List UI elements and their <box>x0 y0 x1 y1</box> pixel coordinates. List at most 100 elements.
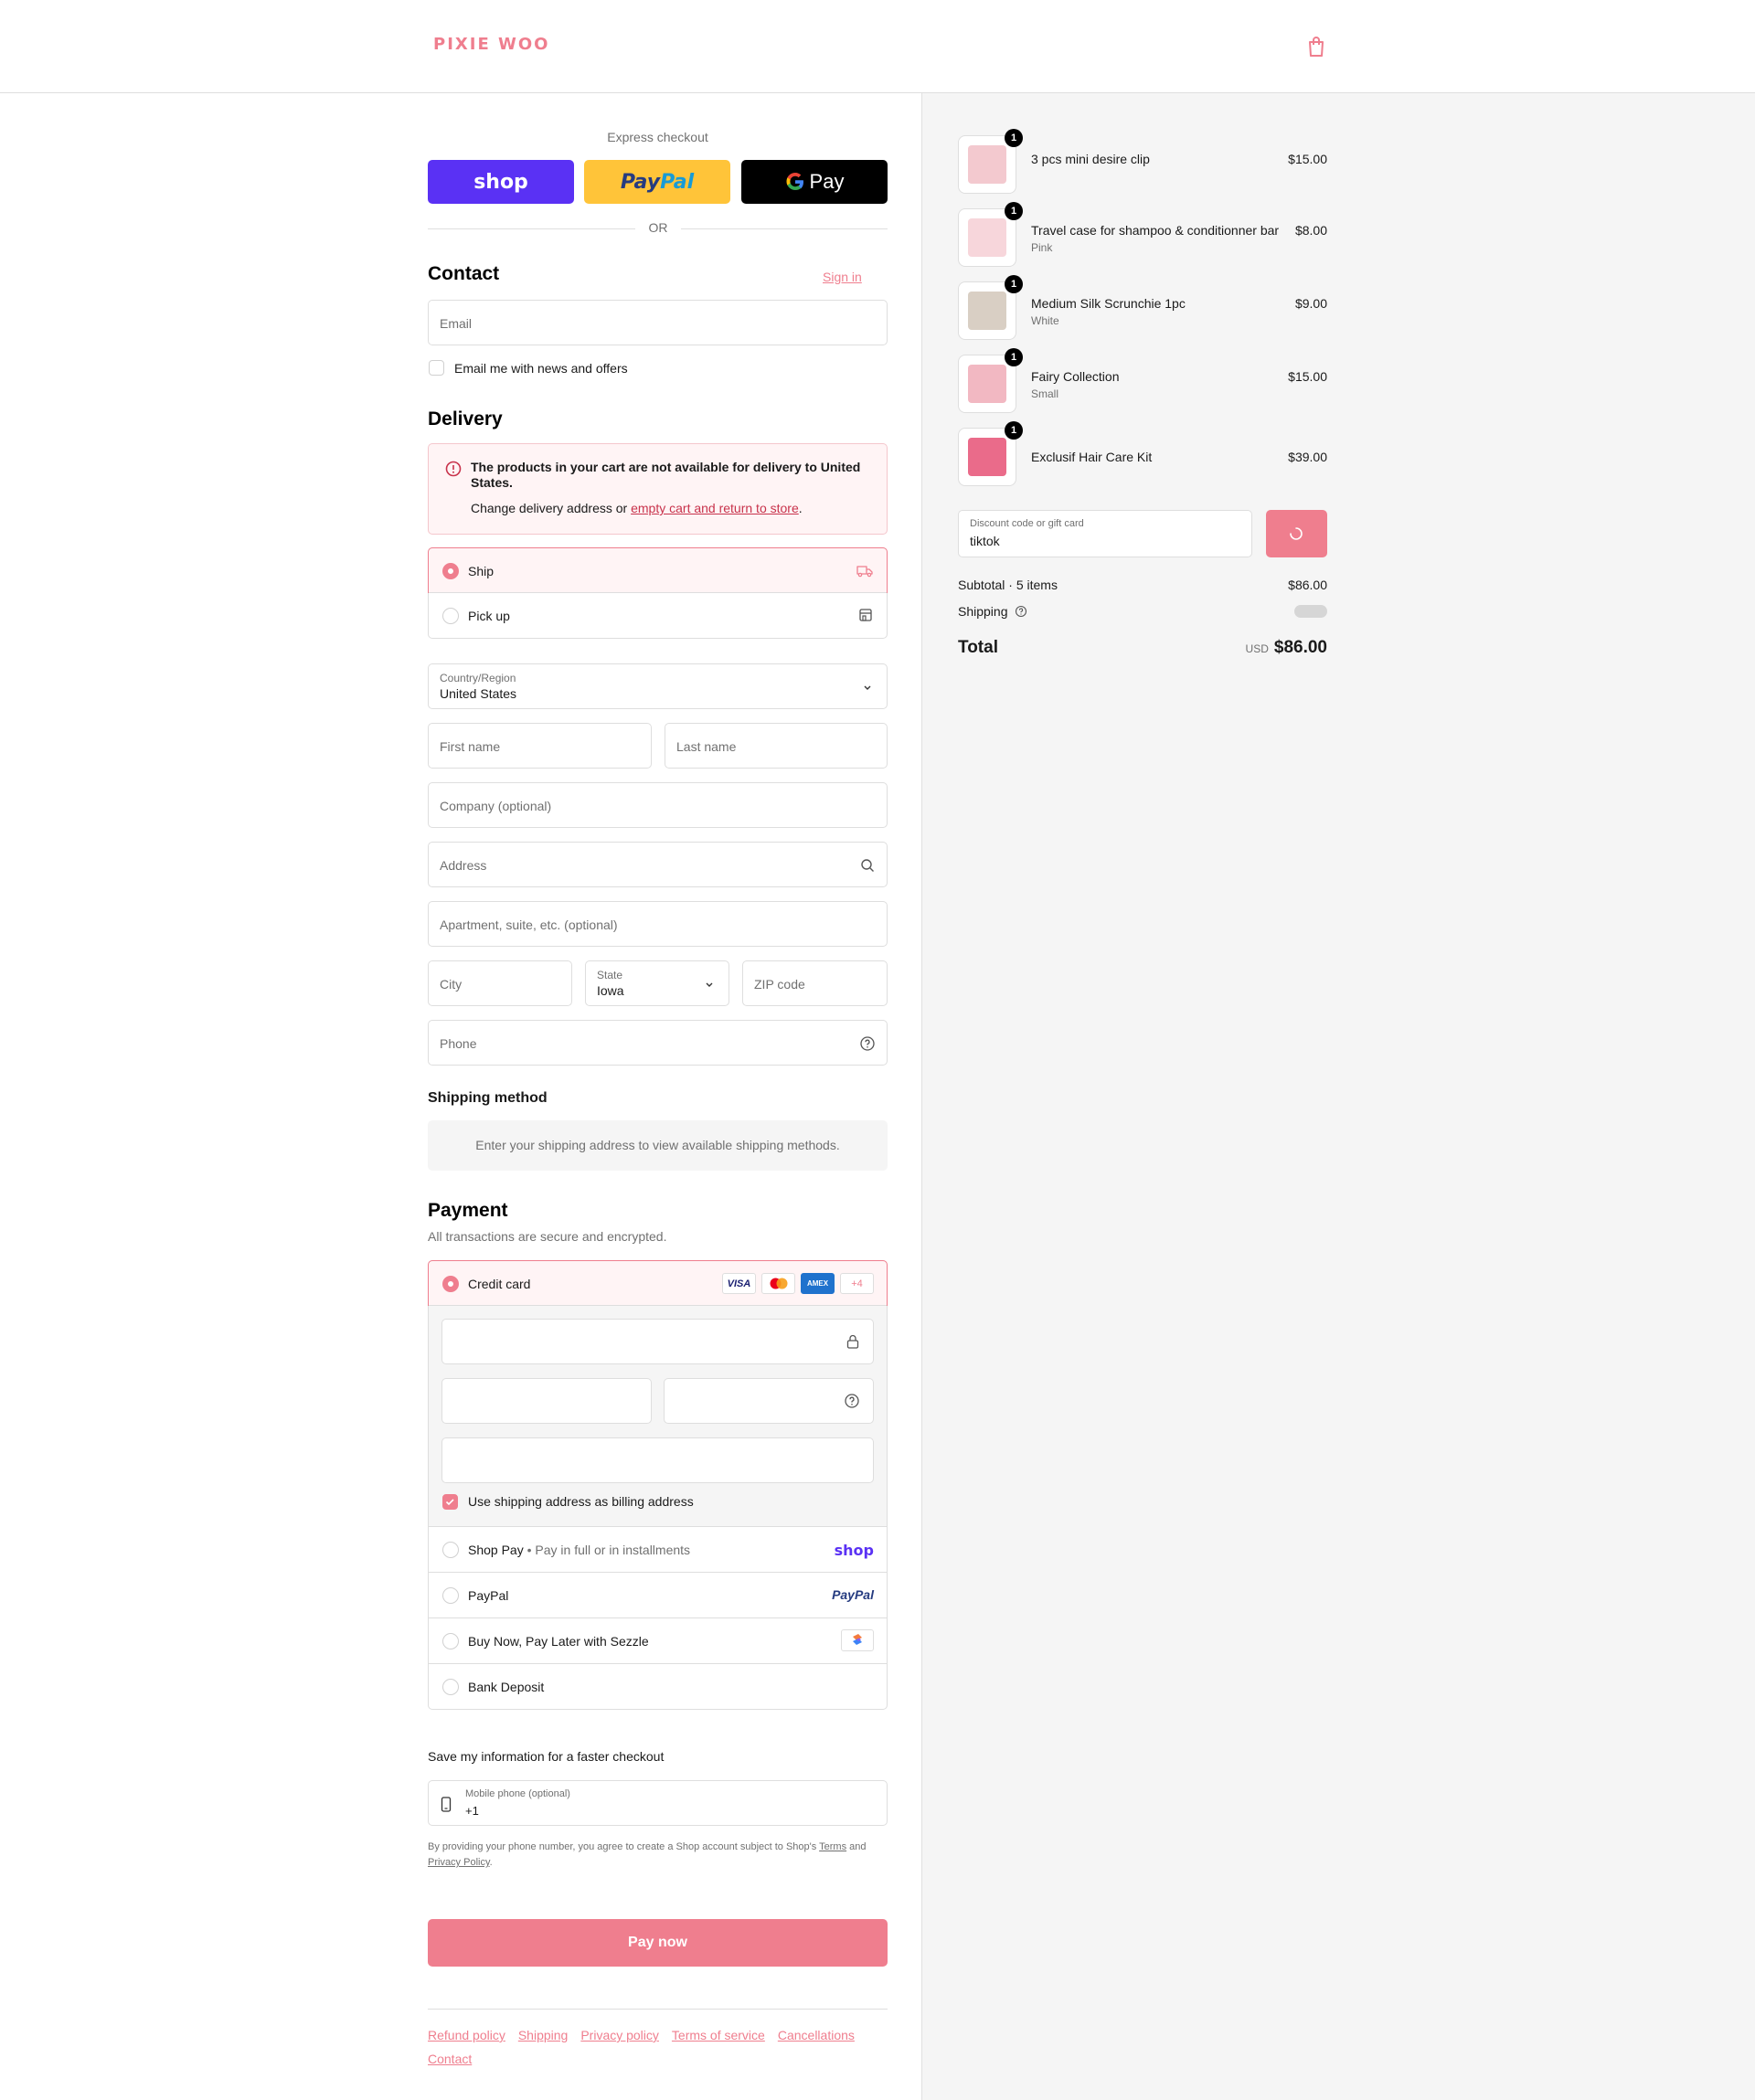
cart-item: 1 3 pcs mini desire clip $15.00 <box>958 129 1327 194</box>
sign-in-link[interactable]: Sign in <box>823 270 862 284</box>
name-on-card-field[interactable] <box>441 1437 874 1483</box>
card-logos: VISA AMEX +4 <box>722 1273 874 1294</box>
product-variant: Pink <box>1031 241 1053 254</box>
news-checkbox[interactable] <box>429 360 444 376</box>
zip-placeholder: ZIP code <box>754 977 805 992</box>
last-name-field[interactable]: Last name <box>665 723 888 769</box>
apply-discount-button[interactable] <box>1266 510 1327 557</box>
sezzle-option-label: Buy Now, Pay Later with Sezzle <box>468 1634 649 1649</box>
shop-pay-label: shop <box>473 170 528 194</box>
payment-option-shop-pay[interactable]: Shop Pay • Pay in full or in installment… <box>429 1526 887 1572</box>
radio-unselected[interactable] <box>442 1633 459 1649</box>
privacy-policy-link[interactable]: Privacy Policy <box>428 1857 490 1868</box>
email-field[interactable]: Email <box>428 300 888 345</box>
discount-code-field[interactable]: Discount code or gift card tiktok <box>958 510 1252 557</box>
email-placeholder: Email <box>440 316 473 331</box>
payment-subtitle: All transactions are secure and encrypte… <box>428 1229 667 1244</box>
pay-now-button[interactable]: Pay now <box>428 1919 888 1967</box>
radio-selected[interactable] <box>442 563 459 579</box>
total-label: Total <box>958 638 998 657</box>
news-label: Email me with news and offers <box>454 361 628 376</box>
visa-logo: VISA <box>722 1273 756 1294</box>
delivery-option-ship[interactable]: Ship <box>428 547 888 593</box>
zip-field[interactable]: ZIP code <box>742 960 888 1006</box>
shipping-row: Shipping <box>958 603 1327 619</box>
payment-option-credit-card[interactable]: Credit card VISA AMEX +4 <box>428 1260 888 1306</box>
delivery-title: Delivery <box>428 408 503 430</box>
shop-pay-sub: Pay in full or in installments <box>535 1543 691 1557</box>
paypal-button[interactable]: Pay Pal <box>584 160 730 204</box>
state-select[interactable]: State Iowa <box>585 960 729 1006</box>
help-circle-icon[interactable] <box>844 1393 860 1409</box>
security-code-field[interactable] <box>664 1378 874 1424</box>
country-select[interactable]: Country/Region United States <box>428 663 888 709</box>
save-info-title: Save my information for a faster checkou… <box>428 1749 665 1764</box>
subtotal-row: Subtotal · 5 items $86.00 <box>958 578 1327 592</box>
currency-code: USD <box>1245 642 1269 655</box>
payment-option-paypal[interactable]: PayPal PayPal <box>429 1572 887 1617</box>
discount-value: tiktok <box>970 534 1000 548</box>
first-name-field[interactable]: First name <box>428 723 652 769</box>
delivery-method-group: Ship Pick up <box>428 547 888 639</box>
paypal-label-pay: Pay <box>620 170 661 194</box>
delivery-option-label: Pick up <box>468 609 510 623</box>
empty-cart-link[interactable]: empty cart and return to store <box>631 501 799 515</box>
mobile-phone-icon <box>441 1797 452 1812</box>
phone-placeholder: Phone <box>440 1036 477 1051</box>
paypal-logo: PayPal <box>832 1587 874 1602</box>
apartment-placeholder: Apartment, suite, etc. (optional) <box>440 917 618 932</box>
country-value: United States <box>440 686 517 701</box>
company-field[interactable]: Company (optional) <box>428 782 888 828</box>
quantity-badge: 1 <box>1005 129 1023 147</box>
product-thumbnail: 1 <box>958 202 1023 267</box>
payment-option-bank-deposit[interactable]: Bank Deposit <box>429 1663 887 1709</box>
product-price: $15.00 <box>1288 369 1327 384</box>
refund-policy-link[interactable]: Refund policy <box>428 2028 505 2042</box>
radio-unselected[interactable] <box>442 1587 459 1604</box>
more-cards-badge: +4 <box>840 1273 874 1294</box>
privacy-policy-link[interactable]: Privacy policy <box>580 2028 659 2042</box>
shopping-bag-icon[interactable] <box>1305 35 1327 58</box>
shop-pay-button[interactable]: shop <box>428 160 574 204</box>
city-field[interactable]: City <box>428 960 572 1006</box>
footer-divider <box>428 2009 888 2010</box>
billing-same-checkbox[interactable] <box>442 1494 458 1510</box>
shipping-policy-link[interactable]: Shipping <box>518 2028 569 2042</box>
expiration-field[interactable] <box>441 1378 652 1424</box>
terms-of-service-link[interactable]: Terms of service <box>672 2028 765 2042</box>
radio-unselected[interactable] <box>442 608 459 624</box>
payment-option-sezzle[interactable]: Buy Now, Pay Later with Sezzle <box>429 1617 887 1663</box>
radio-selected[interactable] <box>442 1276 459 1292</box>
cart-item: 1 Medium Silk Scrunchie 1pc White $9.00 <box>958 275 1327 340</box>
radio-unselected[interactable] <box>442 1679 459 1695</box>
shipping-loading-placeholder <box>1294 605 1327 618</box>
shop-pay-logo: shop <box>834 1542 874 1559</box>
delivery-option-pickup[interactable]: Pick up <box>429 592 887 638</box>
radio-unselected[interactable] <box>442 1542 459 1558</box>
chevron-down-icon <box>864 685 871 690</box>
store-logo[interactable]: PIXIE WOO <box>433 35 550 54</box>
payment-title: Payment <box>428 1200 508 1221</box>
state-value: Iowa <box>597 983 624 998</box>
truck-icon <box>856 566 873 578</box>
card-number-field[interactable] <box>441 1319 874 1364</box>
terms-link[interactable]: Terms <box>819 1841 846 1852</box>
shop-pay-name: Shop Pay <box>468 1543 524 1557</box>
product-image <box>968 292 1006 330</box>
phone-field[interactable]: Phone <box>428 1020 888 1066</box>
help-circle-icon[interactable] <box>1015 605 1027 618</box>
cancellations-link[interactable]: Cancellations <box>778 2028 855 2042</box>
help-circle-icon[interactable] <box>859 1035 876 1052</box>
contact-link[interactable]: Contact <box>428 2052 472 2066</box>
header: PIXIE WOO <box>0 0 1755 93</box>
google-pay-button[interactable]: Pay <box>741 160 888 204</box>
alert-title: The products in your cart are not availa… <box>471 460 861 490</box>
or-separator: OR <box>635 220 681 235</box>
total-value: USD $86.00 <box>1188 638 1327 658</box>
product-name: Travel case for shampoo & conditionner b… <box>1031 223 1280 238</box>
product-thumbnail: 1 <box>958 129 1023 194</box>
apartment-field[interactable]: Apartment, suite, etc. (optional) <box>428 901 888 947</box>
address-field[interactable]: Address <box>428 842 888 887</box>
mobile-phone-field[interactable]: Mobile phone (optional) +1 <box>428 1780 888 1826</box>
city-placeholder: City <box>440 977 463 992</box>
